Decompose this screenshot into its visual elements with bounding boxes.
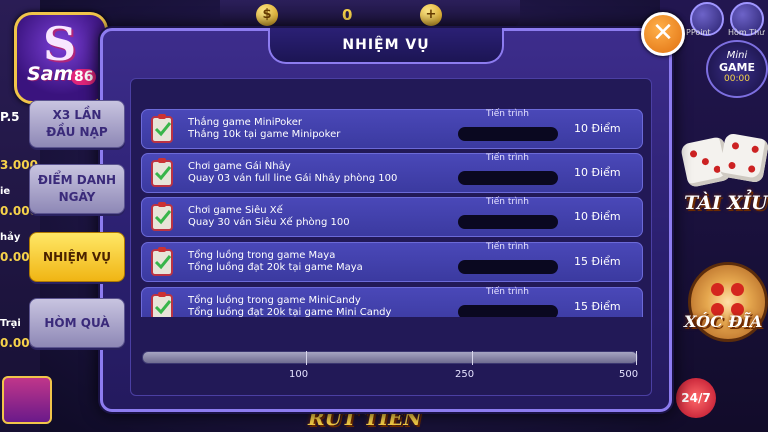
tab-label: ĐẦU NẠP xyxy=(46,125,108,139)
mission-title: Tổng luồng trong game Maya xyxy=(188,250,336,261)
tab-gift-box[interactable]: HÒM QUÀ xyxy=(29,298,125,348)
coin-icon: $ xyxy=(256,4,278,26)
mission-checklist-icon xyxy=(151,247,173,276)
mission-title: Chơi game Gái Nhảy xyxy=(188,161,291,172)
tab-label: ĐIỂM DANH xyxy=(37,173,117,187)
mission-checklist-icon xyxy=(151,202,173,231)
mission-checklist-icon xyxy=(151,292,173,317)
mission-description: Tổng luồng đạt 20k tại game Maya xyxy=(188,262,363,273)
tab-label: NGÀY xyxy=(58,190,96,204)
tai-xiu-label: TÀI XỈU xyxy=(684,192,768,214)
mission-points: 10 Điểm xyxy=(574,210,621,223)
progress-label: Tiến trình xyxy=(486,197,529,207)
mission-title: Chơi game Siêu Xế xyxy=(188,205,283,216)
dice-icon xyxy=(718,132,768,184)
ppoint-label: PPoint xyxy=(686,28,711,37)
logo-name: Sam xyxy=(27,63,74,85)
progress-label: Tiến trình xyxy=(486,287,529,297)
mission-title: Thắng game MiniPoker xyxy=(188,117,302,128)
milestone-tick xyxy=(636,351,637,365)
mission-description: Quay 03 ván full line Gái Nhảy phòng 100 xyxy=(188,173,398,184)
mission-points: 10 Điểm xyxy=(574,166,621,179)
progress-label: Tiến trình xyxy=(486,153,529,163)
mission-points: 15 Điểm xyxy=(574,300,621,313)
mini-game-line2: GAME xyxy=(718,61,755,74)
milestone-label: 250 xyxy=(455,369,475,380)
milestone-label: 500 xyxy=(619,369,639,380)
milestone-label: 100 xyxy=(289,369,309,380)
tab-daily-checkin[interactable]: ĐIỂM DANH NGÀY xyxy=(29,164,125,214)
mini-game-line1: Mini xyxy=(726,50,748,61)
lobby-word: ie xyxy=(0,186,11,197)
support-247-button[interactable]: 24/7 xyxy=(676,378,716,418)
sam86-logo: S Sam 86 xyxy=(14,12,108,104)
mission-row: Tổng luồng trong game MiniCandy Tổng luồn… xyxy=(141,287,643,317)
dialog-title: NHIỆM VỤ xyxy=(268,28,504,64)
milestone-tick xyxy=(306,351,307,365)
gift-box-icon[interactable] xyxy=(2,376,52,424)
lobby-word: hảy xyxy=(0,232,21,243)
balance-value: 0 xyxy=(342,6,353,24)
mission-progress-bar xyxy=(458,171,558,185)
mission-progress-bar xyxy=(458,127,558,141)
mail-label: Hòm Thư xyxy=(728,28,765,37)
milestone-tick xyxy=(472,351,473,365)
mission-list[interactable]: Thắng game MiniPoker Thắng 10k tại game M… xyxy=(138,106,644,317)
mission-row: Thắng game MiniPoker Thắng 10k tại game M… xyxy=(141,109,643,149)
logo-number: 86 xyxy=(71,69,97,85)
lobby-stat: P.5 xyxy=(0,110,20,124)
mission-progress-bar xyxy=(458,215,558,229)
xoc-dia-label: XÓC ĐĨA xyxy=(684,312,763,331)
tab-missions[interactable]: NHIỆM VỤ xyxy=(29,232,125,282)
lobby-word: Trại xyxy=(0,318,21,329)
tab-label: X3 LẦN xyxy=(52,108,102,122)
mission-description: Tổng luồng đạt 20k tại game Mini Candy xyxy=(188,307,392,317)
mission-row: Tổng luồng trong game Maya Tổng luồng đạt… xyxy=(141,242,643,282)
milestone-progress-bar xyxy=(142,351,638,364)
mission-description: Thắng 10k tại game Minipoker xyxy=(188,129,341,140)
add-coin-icon[interactable]: + xyxy=(420,4,442,26)
mission-points: 15 Điểm xyxy=(574,255,621,268)
progress-label: Tiến trình xyxy=(486,242,529,252)
mini-game-button[interactable]: Mini GAME 00:00 xyxy=(706,40,768,98)
mission-checklist-icon xyxy=(151,114,173,143)
mission-progress-bar xyxy=(458,260,558,274)
tab-x3-first-deposit[interactable]: X3 LẦN ĐẦU NẠP xyxy=(29,100,125,148)
mission-description: Quay 30 ván Siêu Xế phòng 100 xyxy=(188,217,350,228)
tab-label: NHIỆM VỤ xyxy=(43,249,111,264)
mission-progress-bar xyxy=(458,305,558,317)
close-button[interactable]: ✕ xyxy=(641,12,685,56)
mission-title: Tổng luồng trong game MiniCandy xyxy=(188,295,361,306)
tab-label: HÒM QUÀ xyxy=(44,315,110,330)
mission-checklist-icon xyxy=(151,158,173,187)
mission-row: Chơi game Siêu Xế Quay 30 ván Siêu Xế phò… xyxy=(141,197,643,237)
mission-row: Chơi game Gái Nhảy Quay 03 ván full line … xyxy=(141,153,643,193)
mini-game-timer: 00:00 xyxy=(724,74,750,84)
mission-points: 10 Điểm xyxy=(574,122,621,135)
progress-label: Tiến trình xyxy=(486,109,529,119)
